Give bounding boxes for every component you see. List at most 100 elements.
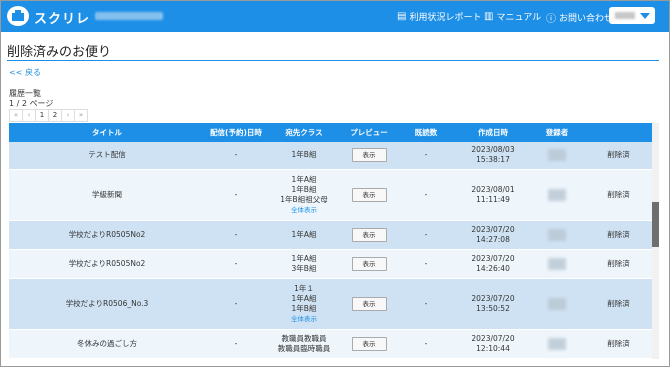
table-row: 学校だよりR0505No2 - 1年A組 3年B組 表示 - 2023/07/2… <box>9 249 654 279</box>
preview-button[interactable]: 表示 <box>351 227 387 242</box>
table-row: 学校だよりR0505No2 - 1年A組 表示 - 2023/07/20 14:2… <box>9 220 654 250</box>
row-classes: 1年A組 3年B組 <box>267 249 341 279</box>
created-time: 14:27:08 <box>476 234 510 244</box>
row-created: 2023/07/20 14:27:08 <box>455 220 531 250</box>
row-title: テスト配信 <box>9 142 205 170</box>
row-delivery: - <box>205 329 267 359</box>
row-title: 学校だよりR0505No2 <box>9 249 205 279</box>
col-title: タイトル <box>9 123 205 142</box>
preview-button[interactable]: 表示 <box>351 296 387 311</box>
row-created: 2023/08/01 11:11:49 <box>455 169 531 221</box>
row-created: 2023/07/20 14:26:40 <box>455 249 531 279</box>
user-menu-button[interactable] <box>609 7 655 24</box>
row-registrant <box>531 278 583 330</box>
registrant-redacted <box>548 228 566 241</box>
question-icon: ⓘ <box>546 14 556 25</box>
row-title: 学校だよりR0505No2 <box>9 220 205 250</box>
row-registrant <box>531 220 583 250</box>
nav-manual-label: マニュアル <box>496 13 542 23</box>
registrant-redacted <box>548 337 566 350</box>
row-created: 2023/07/20 13:50:52 <box>455 278 531 330</box>
registrant-redacted <box>548 188 566 201</box>
row-classes: 1年A組 1年B組 1年B組祖父母 全体表示 <box>267 169 341 221</box>
school-logo-icon[interactable] <box>7 6 29 26</box>
row-delivery: - <box>205 249 267 279</box>
table-row: 冬休みの過ごし方 - 教職員教職員 教職員臨時職員 表示 - 2023/07/2… <box>9 329 654 359</box>
preview-button[interactable]: 表示 <box>351 336 387 351</box>
col-classes: 宛先クラス <box>267 123 341 142</box>
row-created: 2023/08/03 15:38:17 <box>455 142 531 170</box>
created-date: 2023/07/20 <box>471 224 515 234</box>
class-name: 1年１ <box>294 283 314 293</box>
show-all-link[interactable]: 全体表示 <box>267 314 341 324</box>
preview-button[interactable]: 表示 <box>351 256 387 271</box>
preview-button[interactable]: 表示 <box>351 187 387 202</box>
created-date: 2023/08/03 <box>471 145 515 155</box>
user-name-redacted <box>615 12 635 19</box>
row-status: 削除済 <box>583 169 654 221</box>
row-preview: 表示 <box>341 249 397 279</box>
row-delivery: - <box>205 278 267 330</box>
row-classes: 教職員教職員 教職員臨時職員 <box>267 329 341 359</box>
top-bar: スクリレ ▤ 利用状況レポート ▥ マニュアル ⓘ お問い合わせ <box>1 1 669 32</box>
nav-manual[interactable]: ▥ マニュアル <box>484 10 541 23</box>
row-classes: 1年B組 <box>267 142 341 170</box>
page-title: 削除済みのお便り <box>7 45 112 60</box>
registrant-redacted <box>548 257 566 270</box>
first-page-button[interactable]: « <box>9 109 23 122</box>
registrant-redacted <box>548 297 566 310</box>
row-title: 学級新聞 <box>9 169 205 221</box>
chevron-down-icon <box>640 13 650 19</box>
table-row: 学級新聞 - 1年A組 1年B組 1年B組祖父母 全体表示 表示 - 2023/… <box>9 169 654 221</box>
next-page-button[interactable]: › <box>61 109 75 122</box>
page-2-button[interactable]: 2 <box>48 109 62 122</box>
row-registrant <box>531 329 583 359</box>
class-name: 1年B組祖父母 <box>280 194 328 204</box>
col-created: 作成日時 <box>455 123 531 142</box>
brand-name[interactable]: スクリレ <box>34 8 90 27</box>
row-read: - <box>397 142 455 170</box>
created-date: 2023/07/20 <box>471 333 515 343</box>
class-name: 3年B組 <box>291 263 317 273</box>
row-preview: 表示 <box>341 329 397 359</box>
row-preview: 表示 <box>341 220 397 250</box>
row-registrant <box>531 249 583 279</box>
created-time: 12:10:44 <box>476 343 510 353</box>
row-delivery: - <box>205 169 267 221</box>
created-time: 11:11:49 <box>476 194 510 204</box>
row-preview: 表示 <box>341 278 397 330</box>
report-icon: ▤ <box>397 11 407 22</box>
class-name: 教職員教職員 <box>281 333 327 343</box>
row-delivery: - <box>205 142 267 170</box>
table-row: 学校だよりR0506_No.3 - 1年１ 1年A組 1年B組 全体表示 表示 … <box>9 278 654 330</box>
created-time: 15:38:17 <box>476 155 510 165</box>
row-registrant <box>531 142 583 170</box>
nav-usage-report[interactable]: ▤ 利用状況レポート <box>397 10 481 23</box>
book-icon: ▥ <box>484 11 494 22</box>
row-registrant <box>531 169 583 221</box>
last-page-button[interactable]: » <box>74 109 88 122</box>
row-title: 学校だよりR0506_No.3 <box>9 278 205 330</box>
class-name: 1年A組 <box>291 253 317 263</box>
created-time: 13:50:52 <box>476 303 510 313</box>
nav-contact[interactable]: ⓘ お問い合わせ <box>546 10 613 25</box>
row-status: 削除済 <box>583 220 654 250</box>
row-read: - <box>397 220 455 250</box>
row-read: - <box>397 329 455 359</box>
table-row: テスト配信 - 1年B組 表示 - 2023/08/03 15:38:17 削除済 <box>9 142 654 170</box>
col-read-count: 既読数 <box>397 123 455 142</box>
class-name: 1年B組 <box>291 184 317 194</box>
page-1-button[interactable]: 1 <box>35 109 49 122</box>
row-status: 削除済 <box>583 142 654 170</box>
row-read: - <box>397 278 455 330</box>
scrollbar-thumb[interactable] <box>652 202 659 247</box>
registrant-redacted <box>548 149 566 162</box>
show-all-link[interactable]: 全体表示 <box>267 205 341 215</box>
preview-button[interactable]: 表示 <box>351 148 387 163</box>
app-window: スクリレ ▤ 利用状況レポート ▥ マニュアル ⓘ お問い合わせ 削除済みのお便… <box>0 0 670 367</box>
row-classes: 1年１ 1年A組 1年B組 全体表示 <box>267 278 341 330</box>
prev-page-button[interactable]: ‹ <box>22 109 36 122</box>
back-link[interactable]: << 戻る <box>9 67 41 78</box>
row-created: 2023/07/20 12:10:44 <box>455 329 531 359</box>
nav-contact-label: お問い合わせ <box>559 14 614 24</box>
